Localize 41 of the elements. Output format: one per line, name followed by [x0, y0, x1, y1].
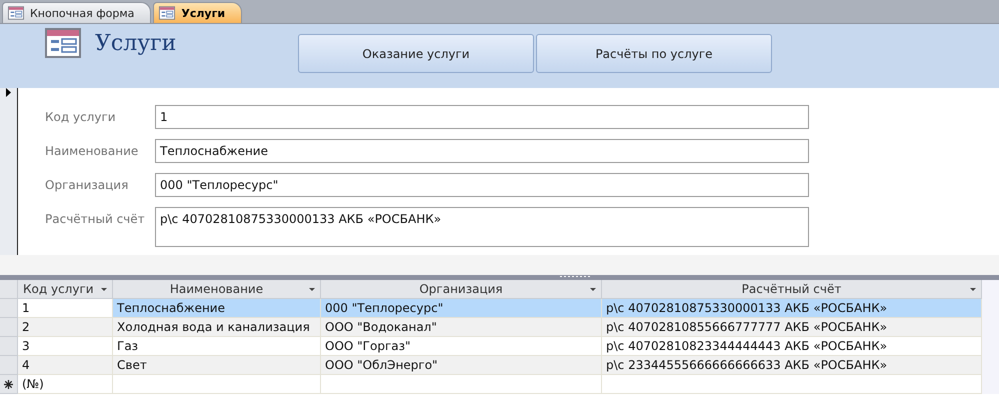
table-cell: ООО "ОблЭнерго" — [321, 356, 602, 375]
dropdown-arrow-icon[interactable] — [970, 288, 976, 291]
text-field[interactable]: 000 "Теплоресурс" — [155, 173, 809, 197]
dropdown-arrow-icon[interactable] — [101, 288, 107, 291]
text-field[interactable]: р\с 40702810875330000133 АКБ «РОСБАНК» — [155, 207, 809, 247]
table-cell: р\с 40702810875330000133 АКБ «РОСБАНК» — [602, 299, 982, 318]
row-selector[interactable] — [0, 375, 18, 394]
table-cell: Теплоснабжение — [113, 299, 321, 318]
command-button[interactable]: Оказание услуги — [298, 34, 534, 73]
form-title: Услуги — [95, 30, 176, 56]
table-cell: Свет — [113, 356, 321, 375]
table-cell: р\с 40702810855666777777 АКБ «РОСБАНК» — [602, 318, 982, 337]
command-button[interactable]: Расчёты по услуге — [536, 34, 772, 73]
table-cell: р\с 23344555666666666633 АКБ «РОСБАНК» — [602, 356, 982, 375]
text-field[interactable]: Теплоснабжение — [155, 139, 809, 163]
table-cell: ООО "Водоканал" — [321, 318, 602, 337]
column-header[interactable]: Наименование — [113, 280, 321, 299]
current-record-icon — [6, 88, 11, 97]
table-cell: 000 "Теплоресурс" — [321, 299, 602, 318]
text-field[interactable]: 1 — [155, 105, 809, 129]
dropdown-arrow-icon[interactable] — [309, 288, 315, 291]
record-selector[interactable] — [0, 88, 18, 255]
column-header[interactable]: Код услуги — [18, 280, 113, 299]
dropdown-arrow-icon[interactable] — [590, 288, 596, 291]
field-label: Наименование — [44, 143, 140, 160]
document-tab[interactable]: Кнопочная форма — [2, 2, 152, 23]
field-label: Организация — [44, 177, 130, 194]
table-cell: 2 — [18, 318, 113, 337]
table-cell: Холодная вода и канализация — [113, 318, 321, 337]
table-cell: 4 — [18, 356, 113, 375]
form-icon — [159, 6, 176, 20]
table-cell: (№) — [18, 375, 113, 394]
field-label: Расчётный счёт — [44, 211, 146, 228]
grip-icon[interactable] — [560, 275, 592, 278]
column-header[interactable]: Организация — [321, 280, 602, 299]
document-tab[interactable]: Услуги — [153, 2, 242, 23]
field-label: Код услуги — [44, 109, 117, 126]
form-icon — [8, 6, 24, 20]
column-header[interactable]: Расчётный счёт — [602, 280, 982, 299]
form-icon — [45, 28, 81, 58]
new-record-icon — [4, 380, 13, 388]
